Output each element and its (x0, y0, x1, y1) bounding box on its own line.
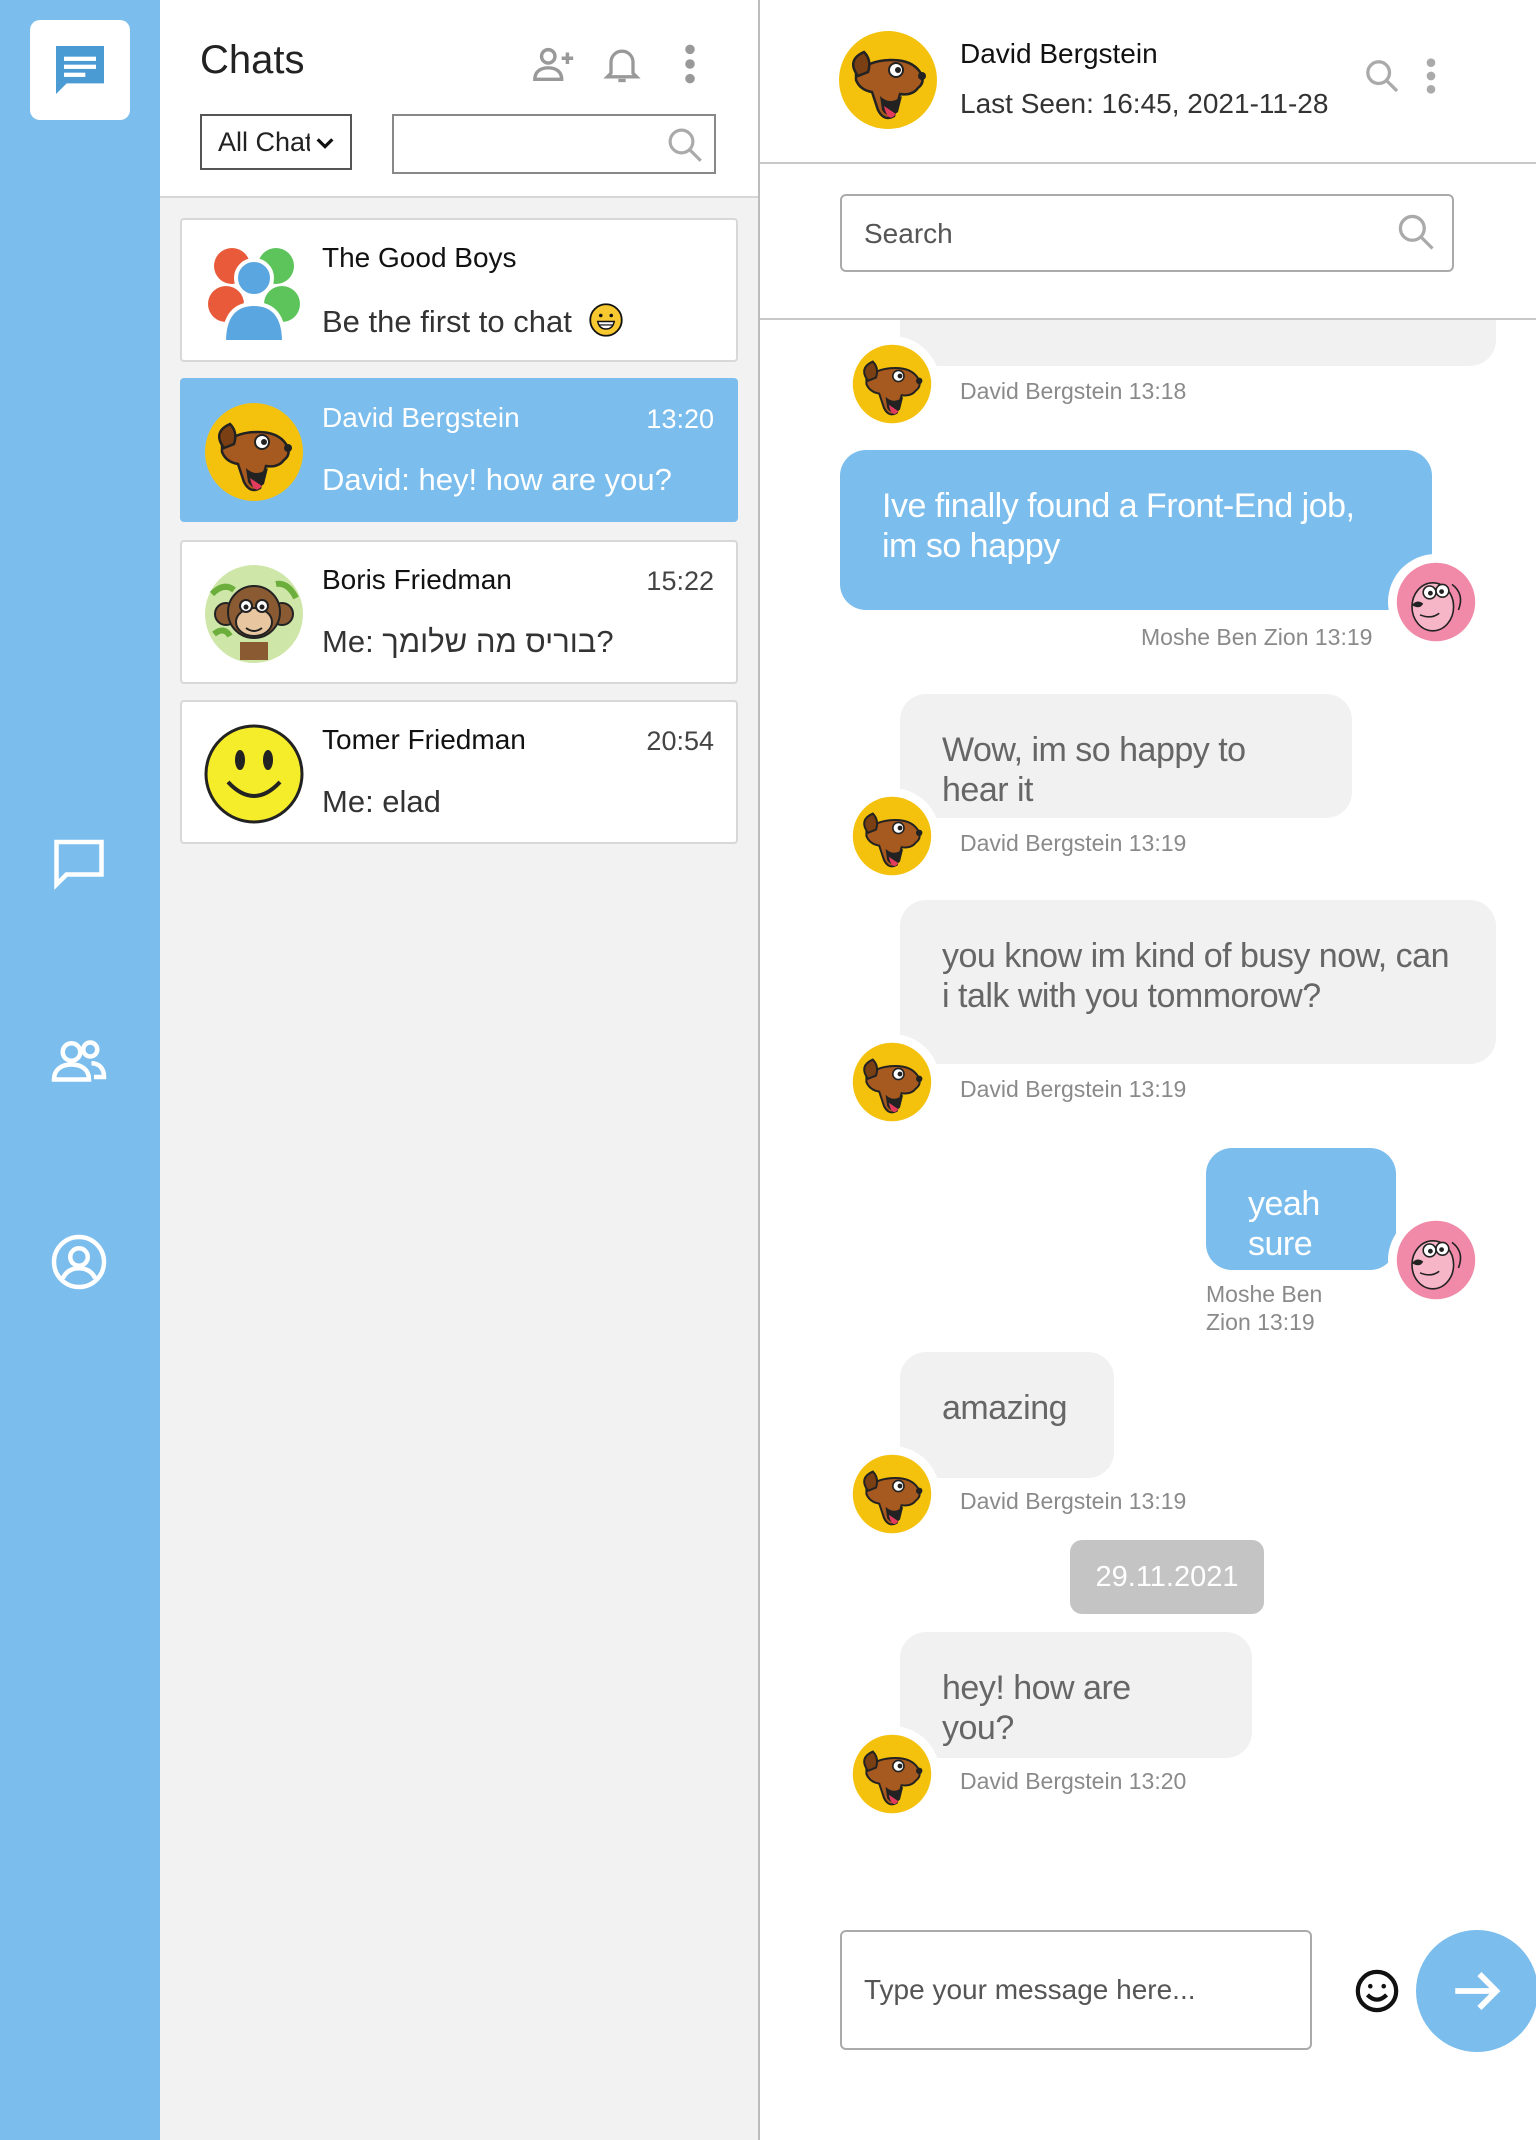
chat-item-name: The Good Boys (322, 242, 517, 273)
contacts-icon[interactable] (43, 1026, 115, 1098)
sender-avatar (844, 1446, 940, 1542)
smiley-avatar (204, 724, 304, 824)
emoji-icon[interactable] (1346, 1960, 1408, 2022)
message-bubble-incoming: amazing (900, 1352, 1114, 1478)
chat-item-name: Tomer Friedman (322, 724, 526, 755)
grinning-face-icon (589, 303, 624, 337)
chat-list-item[interactable]: The Good Boys Be the first to chat (180, 218, 738, 362)
message-bubble-outgoing: yeah sure (1206, 1148, 1396, 1270)
chat-item-name: Boris Friedman (322, 564, 512, 595)
send-button[interactable] (1416, 1930, 1536, 2052)
chat-list-search-input[interactable] (392, 114, 716, 174)
message-text: you know im kind of busy now, can i talk… (942, 937, 1450, 1015)
arrow-right-icon (1455, 1972, 1501, 2010)
chat-item-preview: David: hey! how are you? (322, 462, 672, 497)
chat-list-item[interactable]: Tomer Friedman 20:54 Me: elad (180, 700, 738, 844)
more-options-icon[interactable] (666, 40, 714, 88)
chat-item-preview: Be the first to chat (322, 302, 624, 340)
conversation-search-placeholder: Search (864, 218, 953, 249)
message-bubble-outgoing: Ive finally found a Front-End job, im so… (840, 450, 1432, 610)
sender-avatar (844, 1726, 940, 1822)
chat-item-preview: Me: elad (322, 784, 441, 819)
message-bubble-incoming: you know im kind of busy now, can i talk… (900, 900, 1496, 1064)
chat-filter-select[interactable]: All Chats (200, 114, 352, 170)
sender-avatar (844, 788, 940, 884)
message-meta: David Bergstein 13:19 (960, 1488, 1187, 1514)
message-text: Wow, im so happy to hear it (942, 731, 1246, 809)
search-icon[interactable] (664, 124, 706, 171)
chat-list-item[interactable]: Boris Friedman 15:22 Me: בוריס מה שלומך? (180, 540, 738, 684)
message-text: Ive finally found a Front-End job, im so… (882, 487, 1355, 565)
chat-filter-value: All Chats (218, 126, 310, 157)
profile-icon[interactable] (43, 1226, 115, 1298)
search-icon[interactable] (1358, 52, 1406, 100)
chat-list-title: Chats (200, 38, 305, 82)
chat-item-name: David Bergstein (322, 402, 520, 433)
message-input[interactable]: Type your message here... (840, 1930, 1312, 2050)
bell-icon[interactable] (598, 40, 646, 88)
message-meta: David Bergstein 13:19 (960, 830, 1187, 856)
message-meta: David Bergstein 13:20 (960, 1768, 1187, 1794)
message-text: yeah sure (1248, 1185, 1320, 1263)
message-bubble-incoming: hey! how are you? (900, 1632, 1252, 1758)
chevron-down-icon (314, 130, 336, 161)
monkey-avatar (204, 564, 304, 664)
chat-item-preview: Me: בוריס מה שלומך? (322, 624, 614, 659)
chat-list-item-active[interactable]: David Bergstein 13:20 David: hey! how ar… (180, 378, 738, 522)
add-contact-icon[interactable] (530, 40, 578, 88)
dog-avatar (204, 402, 304, 502)
contact-name: David Bergstein (960, 38, 1158, 69)
chat-item-preview-text: Be the first to chat (322, 304, 572, 339)
chat-item-time: 13:20 (646, 404, 714, 434)
message-meta: David Bergstein 13:19 (960, 1076, 1187, 1102)
message-text: amazing (942, 1389, 1068, 1427)
conversation-search-input[interactable]: Search (840, 194, 1454, 272)
message-meta: Moshe Ben Zion 13:19 (1206, 1281, 1323, 1335)
message-meta: Moshe Ben Zion 13:19 (1141, 624, 1373, 650)
message-bubble-incoming (900, 320, 1496, 366)
conversation-pane: David Bergstein Last Seen: 16:45, 2021-1… (760, 0, 1536, 2140)
chat-list-header: Chats All Chats (160, 0, 758, 198)
message-list[interactable]: David Bergstein 13:18 Ive finally found … (760, 320, 1536, 1850)
chat-logo-icon[interactable] (30, 20, 130, 120)
last-seen: Last Seen: 16:45, 2021-11-28 (960, 88, 1329, 119)
message-text: hey! how are you? (942, 1669, 1131, 1747)
more-options-icon[interactable] (1407, 52, 1455, 100)
sender-avatar (844, 1034, 940, 1130)
chat-list-pane: Chats All Chats The Good Boys Be the fir… (160, 0, 760, 2140)
message-bubble-incoming: Wow, im so happy to hear it (900, 694, 1352, 818)
message-input-placeholder: Type your message here... (864, 1974, 1196, 2005)
search-icon[interactable] (1394, 210, 1438, 259)
message-meta: David Bergstein 13:18 (960, 378, 1187, 404)
sender-avatar (844, 336, 940, 432)
app-rail (0, 0, 160, 2140)
conversation-header: David Bergstein Last Seen: 16:45, 2021-1… (760, 0, 1536, 164)
chat-item-time: 20:54 (646, 726, 714, 756)
chat-bubble-icon[interactable] (43, 826, 115, 898)
contact-avatar[interactable] (838, 30, 938, 130)
sender-avatar (1388, 554, 1484, 650)
chat-item-time: 15:22 (646, 566, 714, 596)
sender-avatar (1388, 1212, 1484, 1308)
date-divider: 29.11.2021 (1070, 1540, 1264, 1614)
group-avatar (204, 242, 304, 342)
